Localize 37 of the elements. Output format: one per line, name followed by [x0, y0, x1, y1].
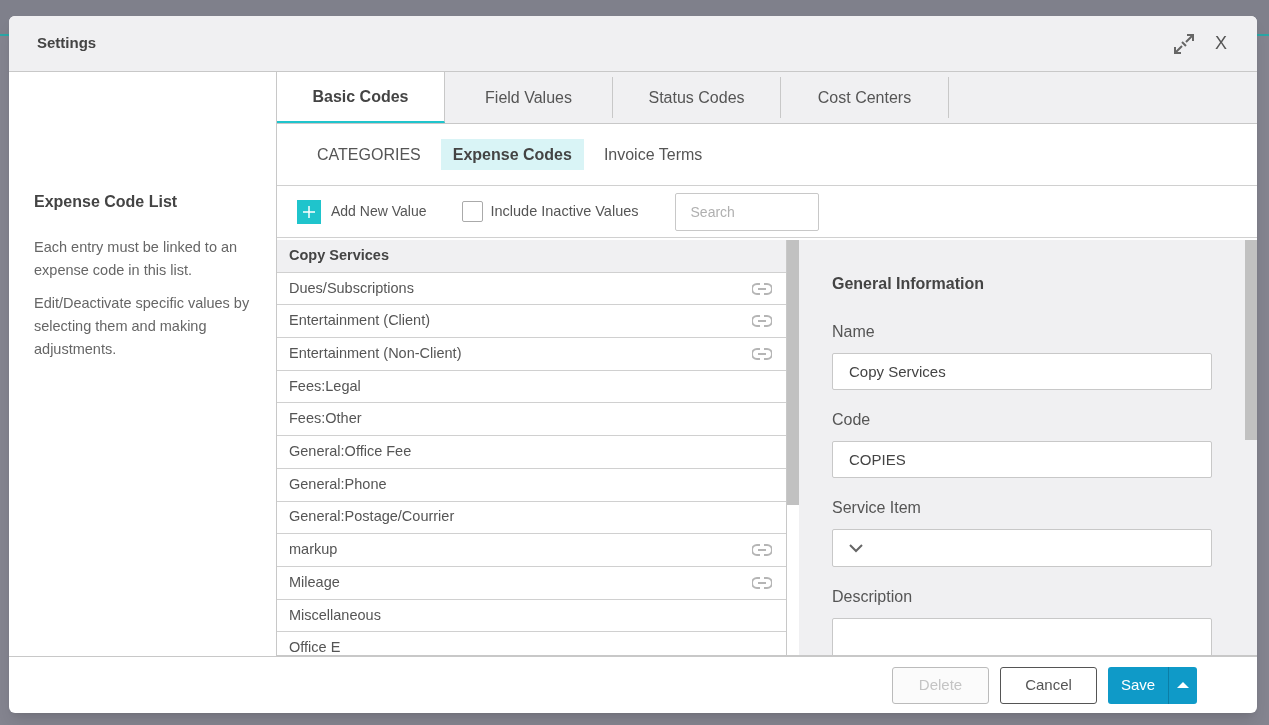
subtab[interactable]: Expense Codes [440, 139, 584, 170]
chevron-down-icon [849, 543, 863, 553]
plus-icon [297, 199, 321, 224]
expand-icon[interactable] [1173, 32, 1195, 55]
dialog-button[interactable]: Cancel [1000, 666, 1097, 704]
tab[interactable]: Cost Centers [781, 77, 949, 118]
field-label: Description [832, 587, 914, 607]
details-heading: General Information [832, 274, 986, 294]
checkbox[interactable] [462, 201, 484, 222]
caret-up-icon [1177, 682, 1189, 688]
subtab[interactable]: CATEGORIES [305, 139, 433, 170]
text-field[interactable]: Copy Services [832, 353, 1212, 390]
sidebar-heading: Expense Code List [34, 192, 179, 212]
tab[interactable]: Field Values [445, 77, 613, 118]
add-new-value-button[interactable]: Add New Value [297, 199, 427, 224]
field-label: Name [832, 322, 876, 342]
search-field[interactable]: Search [674, 192, 819, 231]
link-icon [752, 282, 772, 295]
subtab[interactable]: Invoice Terms [591, 139, 715, 170]
save-menu-button[interactable] [1169, 666, 1197, 704]
text-field[interactable]: COPIES [832, 441, 1212, 478]
close-button[interactable]: X [1215, 30, 1227, 57]
list-item[interactable]: Copy Services [277, 240, 786, 273]
field-label: Service Item [832, 498, 922, 518]
details-scrollbar[interactable] [1245, 240, 1257, 655]
sidebar-text: Edit/Deactivate specific values by selecting them and making adjustments. [34, 294, 251, 359]
sidebar-text: Each entry must be linked to an expense code in this list. [34, 238, 239, 280]
link-icon [752, 576, 772, 589]
tab[interactable]: Status Codes [613, 77, 781, 118]
link-icon [752, 544, 772, 557]
checkbox-label: Include Inactive Values [490, 201, 639, 221]
link-icon [752, 315, 772, 328]
tab[interactable]: Basic Codes [277, 72, 445, 123]
link-icon [752, 347, 772, 360]
field-label: Code [832, 410, 872, 430]
dialog-title: Settings [37, 33, 97, 54]
dropdown-field[interactable] [832, 529, 1212, 567]
